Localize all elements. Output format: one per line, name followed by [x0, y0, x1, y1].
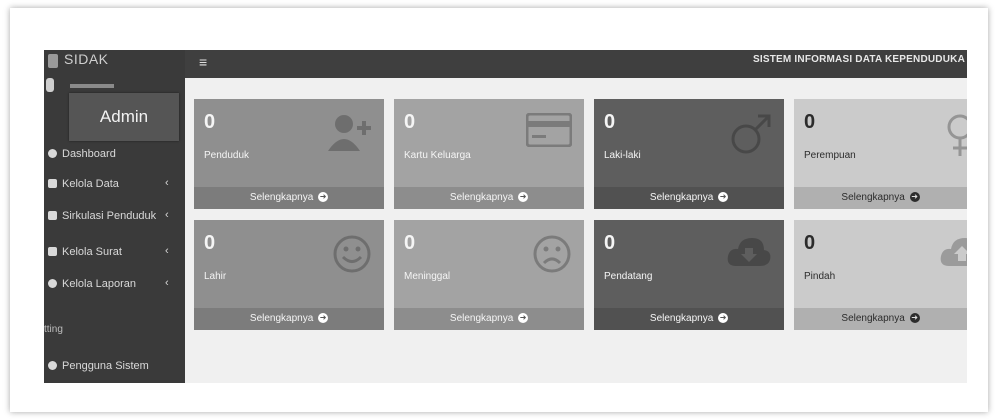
stat-box-perempuan: 0 Perempuan Selengkapnya ➜ [794, 99, 967, 209]
more-info-label: Selengkapnya [841, 192, 905, 203]
sidebar-item-label: Kelola Laporan [62, 278, 137, 290]
admin-label: Admin [69, 93, 179, 141]
stat-box-lahir: 0 Lahir Selengkapnya ➜ [194, 220, 384, 330]
arrow-circle-right-icon: ➜ [318, 313, 329, 324]
share-icon [48, 211, 57, 220]
stat-value: 0 [804, 232, 816, 254]
user-plus-icon [328, 115, 371, 151]
stat-label: Laki-laki [604, 150, 641, 161]
system-title: SISTEM INFORMASI DATA KEPENDUDUKA [753, 54, 965, 65]
stat-value: 0 [404, 232, 416, 254]
sidebar-item-label: Pengguna Sistem [62, 360, 149, 372]
stat-value: 0 [204, 232, 216, 254]
credit-card-icon [526, 113, 572, 147]
sidebar-item-kelola-surat[interactable]: Kelola Surat ‹ [44, 242, 185, 266]
stat-label: Lahir [204, 271, 227, 282]
stat-box-penduduk: 0 Penduduk Selengkapnya ➜ [194, 99, 384, 209]
sidebar-item-dashboard[interactable]: Dashboard [44, 144, 185, 168]
sidebar-item-sirkulasi-penduduk[interactable]: Sirkulasi Penduduk ‹ [44, 206, 185, 230]
user-icon [48, 361, 57, 370]
chevron-left-icon: ‹ [165, 177, 169, 189]
data-icon [48, 179, 57, 188]
chevron-left-icon: ‹ [165, 245, 169, 257]
sidebar-item-label: Sirkulasi Penduduk [62, 210, 157, 222]
more-info-link[interactable]: Selengkapnya ➜ [394, 308, 584, 330]
document-icon [48, 247, 57, 256]
smile-icon [333, 235, 371, 273]
more-info-link[interactable]: Selengkapnya ➜ [194, 187, 384, 209]
brand[interactable]: SIDAK [44, 50, 185, 72]
chevron-left-icon: ‹ [165, 277, 169, 289]
more-info-label: Selengkapnya [449, 313, 514, 324]
stat-box-pendatang: 0 Pendatang Selengkapnya ➜ [594, 220, 784, 330]
more-info-label: Selengkapnya [649, 313, 714, 324]
stat-box-laki-laki: 0 Laki-laki Selengkapnya ➜ [594, 99, 784, 209]
more-info-link[interactable]: Selengkapnya ➜ [794, 308, 967, 330]
sidebar-item-kelola-laporan[interactable]: Kelola Laporan ‹ [44, 274, 185, 298]
menu-toggle-icon[interactable]: ≡ [199, 54, 207, 70]
sidebar-item-kelola-data[interactable]: Kelola Data ‹ [44, 174, 185, 198]
sidebar-item-label: Kelola Data [62, 178, 119, 190]
stat-value: 0 [204, 111, 216, 133]
arrow-circle-right-icon: ➜ [718, 313, 729, 324]
arrow-circle-right-icon: ➜ [718, 192, 729, 203]
arrow-circle-right-icon: ➜ [909, 192, 920, 203]
stat-box-pindah: 0 Pindah Selengkapnya ➜ [794, 220, 967, 330]
more-info-link[interactable]: Selengkapnya ➜ [594, 187, 784, 209]
stat-value: 0 [604, 232, 616, 254]
stat-label: Pendatang [604, 271, 653, 282]
stat-value: 0 [604, 111, 616, 133]
stat-value: 0 [404, 111, 416, 133]
top-navbar: ≡ SISTEM INFORMASI DATA KEPENDUDUKA [185, 50, 967, 78]
stat-value: 0 [804, 111, 816, 133]
user-panel [44, 78, 185, 92]
brand-name: SIDAK [64, 51, 109, 67]
stat-box-kartu-keluarga: 0 Kartu Keluarga Selengkapnya ➜ [394, 99, 584, 209]
arrow-circle-right-icon: ➜ [518, 313, 529, 324]
stat-label: Kartu Keluarga [404, 150, 471, 161]
app-logo-icon [48, 54, 58, 68]
sidebar-item-label: Kelola Surat [62, 246, 122, 258]
more-info-link[interactable]: Selengkapnya ➜ [794, 187, 967, 209]
arrow-circle-right-icon: ➜ [518, 192, 529, 203]
more-info-label: Selengkapnya [649, 192, 714, 203]
stat-box-meninggal: 0 Meninggal Selengkapnya ➜ [394, 220, 584, 330]
frown-icon [533, 235, 571, 273]
cloud-upload-icon [940, 238, 967, 266]
arrow-circle-right-icon: ➜ [909, 313, 920, 324]
more-info-label: Selengkapnya [249, 192, 314, 203]
more-info-link[interactable]: Selengkapnya ➜ [194, 308, 384, 330]
dashboard-content: 0 Penduduk Selengkapnya ➜ 0 Kartu Keluar… [185, 78, 967, 383]
chevron-left-icon: ‹ [165, 209, 169, 221]
sidebar-item-label: Dashboard [62, 148, 116, 160]
sidebar-item-pengguna-sistem[interactable]: Pengguna Sistem [44, 356, 185, 380]
stat-label: Meninggal [404, 271, 451, 282]
arrow-circle-right-icon: ➜ [318, 192, 329, 203]
female-icon [947, 114, 967, 156]
dashboard-icon [48, 149, 57, 158]
more-info-link[interactable]: Selengkapnya ➜ [394, 187, 584, 209]
cloud-download-icon [727, 238, 771, 266]
report-icon [48, 279, 57, 288]
avatar [46, 78, 54, 92]
more-info-link[interactable]: Selengkapnya ➜ [594, 308, 784, 330]
more-info-label: Selengkapnya [449, 192, 514, 203]
sidebar-section-header: tting [44, 324, 63, 335]
stat-label: Pindah [804, 271, 836, 282]
user-status-text [70, 84, 114, 88]
more-info-label: Selengkapnya [249, 313, 314, 324]
more-info-label: Selengkapnya [841, 313, 905, 324]
stat-label: Penduduk [204, 150, 250, 161]
male-icon [731, 114, 771, 154]
stat-label: Perempuan [804, 150, 856, 161]
